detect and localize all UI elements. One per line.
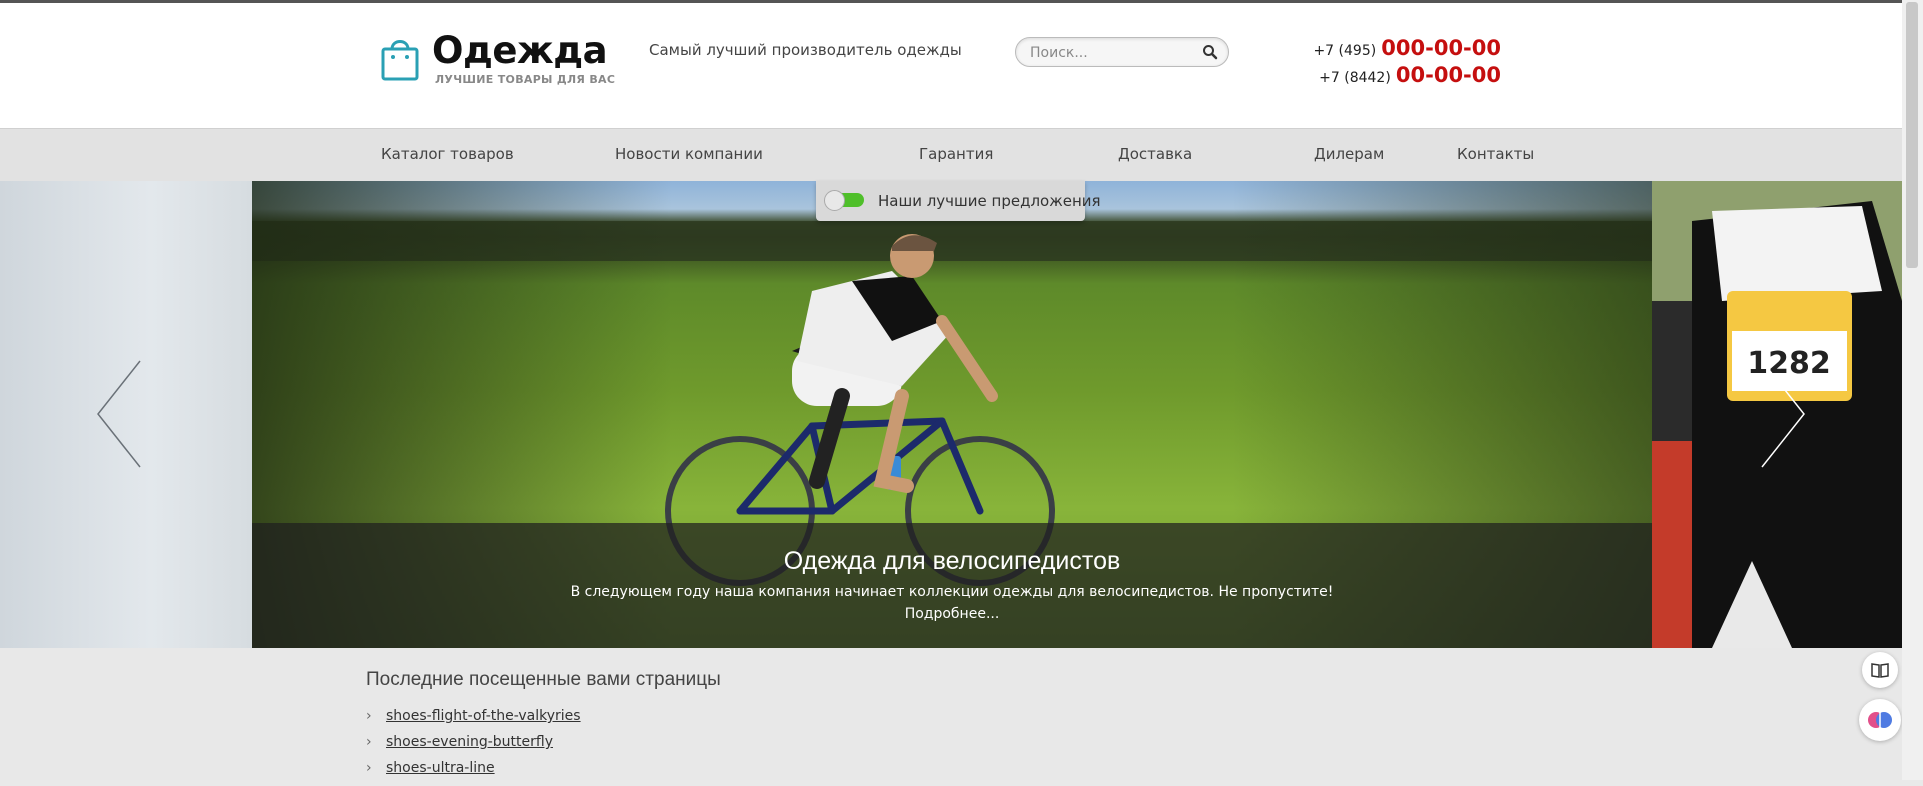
list-item: › shoes-evening-butterfly	[366, 734, 581, 760]
best-offers-banner[interactable]: Наши лучшие предложения	[816, 181, 1101, 221]
next-arrow-icon[interactable]	[1758, 359, 1808, 473]
list-item: › shoes-flight-of-the-valkyries	[366, 708, 581, 734]
phone-moscow[interactable]: +7 (495) 000-00-00	[1313, 36, 1501, 60]
nav-item-catalog[interactable]: Каталог товаров	[381, 145, 514, 163]
phone-volgograd[interactable]: +7 (8442) 00-00-00	[1319, 63, 1501, 87]
brain-icon[interactable]	[1859, 699, 1901, 741]
phone-code: +7 (495)	[1313, 43, 1377, 59]
recent-link[interactable]: shoes-evening-butterfly	[386, 734, 553, 750]
phone-number: 000-00-00	[1381, 36, 1501, 60]
phone-number: 00-00-00	[1395, 63, 1501, 87]
prev-arrow-icon[interactable]	[94, 359, 144, 473]
caption-title: Одежда для велосипедистов	[783, 547, 1121, 575]
site-tagline: Самый лучший производитель одежды	[649, 41, 962, 59]
book-icon[interactable]	[1862, 652, 1898, 688]
recent-pages-list: › shoes-flight-of-the-valkyries › shoes-ev…	[366, 708, 581, 786]
slide-caption: Одежда для велосипедистов В следующем го…	[252, 523, 1652, 648]
list-item: › shoes-ultra-line	[366, 760, 581, 786]
search-box	[1015, 37, 1229, 67]
caption-text: В следующем году наша компания начинает …	[570, 584, 1334, 600]
chevron-right-icon: ›	[366, 734, 372, 750]
chevron-right-icon: ›	[366, 760, 372, 776]
chevron-right-icon: ›	[366, 708, 372, 724]
page-scrollbar[interactable]	[1902, 0, 1923, 780]
nav-item-warranty[interactable]: Гарантия	[919, 145, 993, 163]
nav-item-delivery[interactable]: Доставка	[1118, 145, 1192, 163]
nav-item-dealers[interactable]: Дилерам	[1314, 145, 1384, 163]
main-nav: Каталог товаров Новости компании Гаранти…	[0, 128, 1902, 182]
recent-link[interactable]: shoes-ultra-line	[386, 760, 495, 776]
caption-more-link[interactable]: Подробнее...	[252, 606, 1652, 622]
shopping-bag-icon[interactable]	[381, 35, 419, 81]
logo-subtitle: ЛУЧШИЕ ТОВАРЫ ДЛЯ ВАС	[435, 73, 616, 86]
logo-title[interactable]: Одежда	[432, 29, 608, 72]
recent-pages-title: Последние посещенные вами страницы	[366, 669, 721, 690]
search-icon[interactable]	[1202, 44, 1218, 60]
scrollbar-thumb[interactable]	[1906, 2, 1918, 268]
search-input[interactable]	[1028, 42, 1192, 64]
best-offers-label: Наши лучшие предложения	[878, 192, 1101, 210]
recent-link[interactable]: shoes-flight-of-the-valkyries	[386, 708, 581, 724]
recent-pages-section: Последние посещенные вами страницы › shoe…	[0, 648, 1902, 780]
toggle-knob-icon	[824, 190, 845, 211]
nav-item-news[interactable]: Новости компании	[615, 145, 763, 163]
site-header: Одежда ЛУЧШИЕ ТОВАРЫ ДЛЯ ВАС Самый лучши…	[0, 3, 1902, 128]
nav-item-contacts[interactable]: Контакты	[1457, 145, 1534, 163]
phone-code: +7 (8442)	[1319, 70, 1391, 86]
